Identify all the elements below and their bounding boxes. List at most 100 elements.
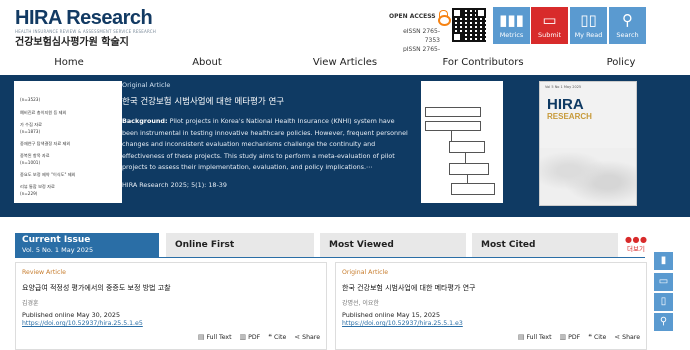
pdf-button[interactable]: ▥ PDF [560,333,581,341]
action-label: Full Text [526,333,552,341]
qr-finder [452,8,462,18]
featured-article-carousel: (n=3523) 예비진료 총이지원 등 제외 가 수집 자료 (n=1873)… [0,75,690,282]
share-button[interactable]: ⋖ Share [294,333,320,341]
logo-title: HIRA Research [15,7,153,29]
article-card[interactable]: Original Article 한국 건강보험 시범사업에 대한 메타평가 연… [335,262,647,350]
qr-finder [476,8,486,18]
abstract-text: Pilot projects in Korea's National Healt… [122,117,408,171]
tab-most-viewed[interactable]: Most Viewed [320,233,466,257]
action-label: Full Text [206,333,232,341]
publish-date: Published online May 30, 2025 [22,311,121,319]
share-button[interactable]: ⋖ Share [614,333,640,341]
tab-online-first[interactable]: Online First [166,233,314,257]
submit-label: Submit [537,31,562,39]
logo-subtitle-ko: 건강보험심사평가원 학술지 [15,37,129,48]
featured-article-citation: HIRA Research 2025; 5(1): 18-39 [122,180,227,189]
featured-article-text: Original Article 한국 건강보험 시범사업에 대한 메타평가 연… [122,81,412,189]
action-label: Share [302,333,320,341]
my-read-label: My Read [574,31,603,39]
article-type: Original Article [122,81,171,89]
site-header: HIRA Research HEALTH INSURANCE REVIEW & … [0,0,690,62]
diagram-box [451,183,495,195]
action-label: PDF [248,333,261,341]
tab-label: Current Issue [22,235,91,245]
article-figure-diagram[interactable] [421,81,503,203]
article-type: Original Article [342,269,389,276]
figure-text: (n=3523) [20,97,41,102]
pdf-button[interactable]: ▥ PDF [240,333,261,341]
full-text-button[interactable]: ▤ Full Text [198,333,232,341]
article-title[interactable]: 요양급여 적정성 평가에서의 중증도 보정 방법 고찰 [22,283,171,293]
action-label: Cite [273,333,287,341]
action-label: PDF [568,333,581,341]
cover-subtitle: RESEARCH [547,112,592,121]
more-label: 더보기 [627,245,645,253]
figure-text: 가 수집 자료 [20,122,42,127]
submit-button[interactable]: ▭ Submit [531,7,568,44]
journal-logo[interactable]: HIRA Research HEALTH INSURANCE REVIEW & … [15,8,156,48]
bar-chart-icon: ▮▮▮ [499,11,524,29]
featured-article-abstract: Background: Pilot projects in Korea's Na… [122,116,412,174]
metrics-button[interactable]: ▮▮▮ Metrics [493,7,530,44]
article-authors: 김경훈 [22,300,39,307]
tab-underline [15,257,645,258]
monitor-icon: ▭ [542,11,557,29]
diagram-arrow [451,131,452,141]
quote-icon: ❝ [588,333,592,341]
tab-current-issue[interactable]: Current Issue Vol. 5 No. 1 May 2025 [15,233,159,258]
nav-about[interactable]: About [138,52,276,75]
article-actions: ▤ Full Text ▥ PDF ❝ Cite ⋖ Share [198,333,320,341]
article-figure-flowchart[interactable]: (n=3523) 예비진료 총이지원 등 제외 가 수집 자료 (n=1873)… [14,81,122,203]
cover-issue-text: Vol 5 No 1 May 2025 [545,85,582,89]
diagram-box [425,107,481,117]
side-metrics-button[interactable]: ▮ [654,252,673,270]
monitor-icon: ▭ [658,276,669,287]
share-icon: ⋖ [294,333,301,341]
publish-date: Published online May 15, 2025 [342,311,441,319]
more-link[interactable]: ●●● 더보기 [625,236,647,254]
tab-most-cited[interactable]: Most Cited [472,233,618,257]
document-icon: ▤ [197,333,205,341]
pdf-icon: ▥ [239,333,247,341]
document-icon: ▤ [517,333,525,341]
book-icon: ▯ [660,296,667,307]
page: HIRA Research HEALTH INSURANCE REVIEW & … [0,0,690,350]
diagram-box [449,141,485,153]
main-nav: Home About View Articles For Contributor… [0,52,690,75]
featured-article-title[interactable]: 한국 건강보험 시범사업에 대한 메타평가 연구 [122,95,412,107]
figure-text: (n=229) [20,191,38,196]
doi-link[interactable]: https://doi.org/10.52937/hira.25.5.1.e5 [22,320,143,327]
figure-text: 예비진료 총이지원 등 제외 [20,110,67,115]
action-label: Share [622,333,640,341]
article-title[interactable]: 한국 건강보험 시범사업에 대한 메타평가 연구 [342,283,476,293]
side-my-read-button[interactable]: ▯ [654,293,673,311]
pdf-icon: ▥ [559,333,567,341]
nav-for-contributors[interactable]: For Contributors [414,52,552,75]
my-read-button[interactable]: ▯▯ My Read [570,7,607,44]
eissn: eISSN 2765-7353 [403,28,440,44]
diagram-arrow [465,153,466,163]
share-icon: ⋖ [614,333,621,341]
nav-view-articles[interactable]: View Articles [276,52,414,75]
doi-link[interactable]: https://doi.org/10.52937/hira.25.5.1.e3 [342,320,463,327]
nav-policy[interactable]: Policy [552,52,690,75]
side-search-button[interactable]: ⚲ [654,313,673,331]
figure-text: 리뷰 통합 보정 자료 [20,184,55,189]
logo-subtitle-en: HEALTH INSURANCE REVIEW & ASSESSMENT SER… [15,29,156,34]
full-text-button[interactable]: ▤ Full Text [518,333,552,341]
open-access-badge: OPEN ACCESS [389,10,451,26]
cite-button[interactable]: ❝ Cite [268,333,286,341]
article-actions: ▤ Full Text ▥ PDF ❝ Cite ⋖ Share [518,333,640,341]
article-tabs: Current Issue Vol. 5 No. 1 May 2025 Onli… [0,233,690,258]
metrics-label: Metrics [499,31,524,39]
abstract-label: Background: [122,117,168,125]
cite-button[interactable]: ❝ Cite [588,333,606,341]
search-button[interactable]: ⚲ Search [609,7,646,44]
diagram-arrow [467,175,468,183]
nav-home[interactable]: Home [0,52,138,75]
side-submit-button[interactable]: ▭ [654,273,673,291]
article-card[interactable]: Review Article 요양급여 적정성 평가에서의 중증도 보정 방법 … [15,262,327,350]
action-label: Cite [593,333,607,341]
journal-cover[interactable]: Vol 5 No 1 May 2025 HIRA RESEARCH [539,81,637,206]
open-lock-icon [437,10,451,26]
